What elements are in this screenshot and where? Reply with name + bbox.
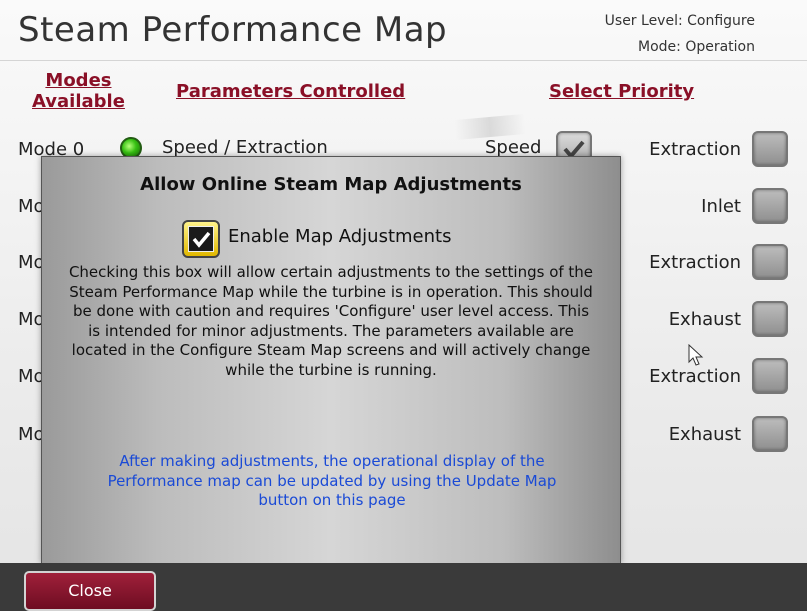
enable-map-adjustments-label: Enable Map Adjustments (228, 226, 452, 247)
note-line: button on this page (258, 491, 406, 509)
modes-header-line1: Modes (45, 70, 112, 91)
modes-available-header: Modes Available (32, 70, 125, 112)
select-priority-header: Select Priority (549, 81, 695, 102)
mouse-pointer-icon (688, 344, 704, 366)
speed-priority-label: Speed (485, 137, 542, 158)
parameters-controlled-header: Parameters Controlled (176, 81, 406, 102)
enable-map-adjustments-checkbox[interactable] (182, 220, 220, 258)
priority-label: Extraction (649, 139, 741, 160)
priority-checkbox[interactable] (752, 301, 788, 337)
checkmark-icon (192, 231, 211, 248)
header-divider (0, 60, 807, 61)
priority-label: Extraction (649, 366, 741, 387)
priority-checkbox[interactable] (752, 244, 788, 280)
description-line: Checking this box will allow certain adj… (68, 263, 594, 281)
note-line: After making adjustments, the operationa… (119, 452, 545, 470)
priority-checkbox[interactable] (752, 416, 788, 452)
checkbox-inner (188, 226, 214, 252)
mode-label: Mode: Operation (638, 39, 755, 55)
modes-header-line2: Available (32, 91, 125, 112)
priority-checkbox[interactable] (752, 131, 788, 167)
priority-label: Exhaust (668, 309, 741, 330)
note-line: Performance map can be updated by using … (107, 471, 557, 490)
priority-label: Exhaust (668, 424, 741, 445)
dialog-description: Checking this box will allow certain adj… (54, 263, 608, 380)
user-info: User Level: Configure Mode: Operation (605, 8, 755, 60)
page-title: Steam Performance Map (18, 10, 448, 50)
description-line: while the turbine is running. (225, 360, 437, 379)
dialog-title: Allow Online Steam Map Adjustments (140, 174, 522, 195)
steam-map-screen: Steam Performance Map User Level: Config… (0, 0, 807, 611)
priority-checkbox[interactable] (752, 188, 788, 224)
close-button[interactable]: Close (24, 571, 156, 611)
dialog-note: After making adjustments, the operationa… (82, 452, 582, 511)
priority-checkbox[interactable] (752, 358, 788, 394)
user-level-label: User Level: Configure (604, 13, 755, 29)
description-line: be done with caution and requires 'Confi… (72, 302, 590, 320)
priority-label: Extraction (649, 252, 741, 273)
description-line: is intended for minor adjustments. The p… (88, 321, 574, 340)
mode-parameters-text: Speed / Extraction (162, 137, 328, 158)
description-line: Steam Performance Map while the turbine … (69, 282, 593, 301)
online-adjustments-dialog: Allow Online Steam Map Adjustments Enabl… (41, 156, 621, 564)
description-line: located in the Configure Steam Map scree… (71, 341, 591, 359)
priority-label: Inlet (701, 196, 741, 217)
